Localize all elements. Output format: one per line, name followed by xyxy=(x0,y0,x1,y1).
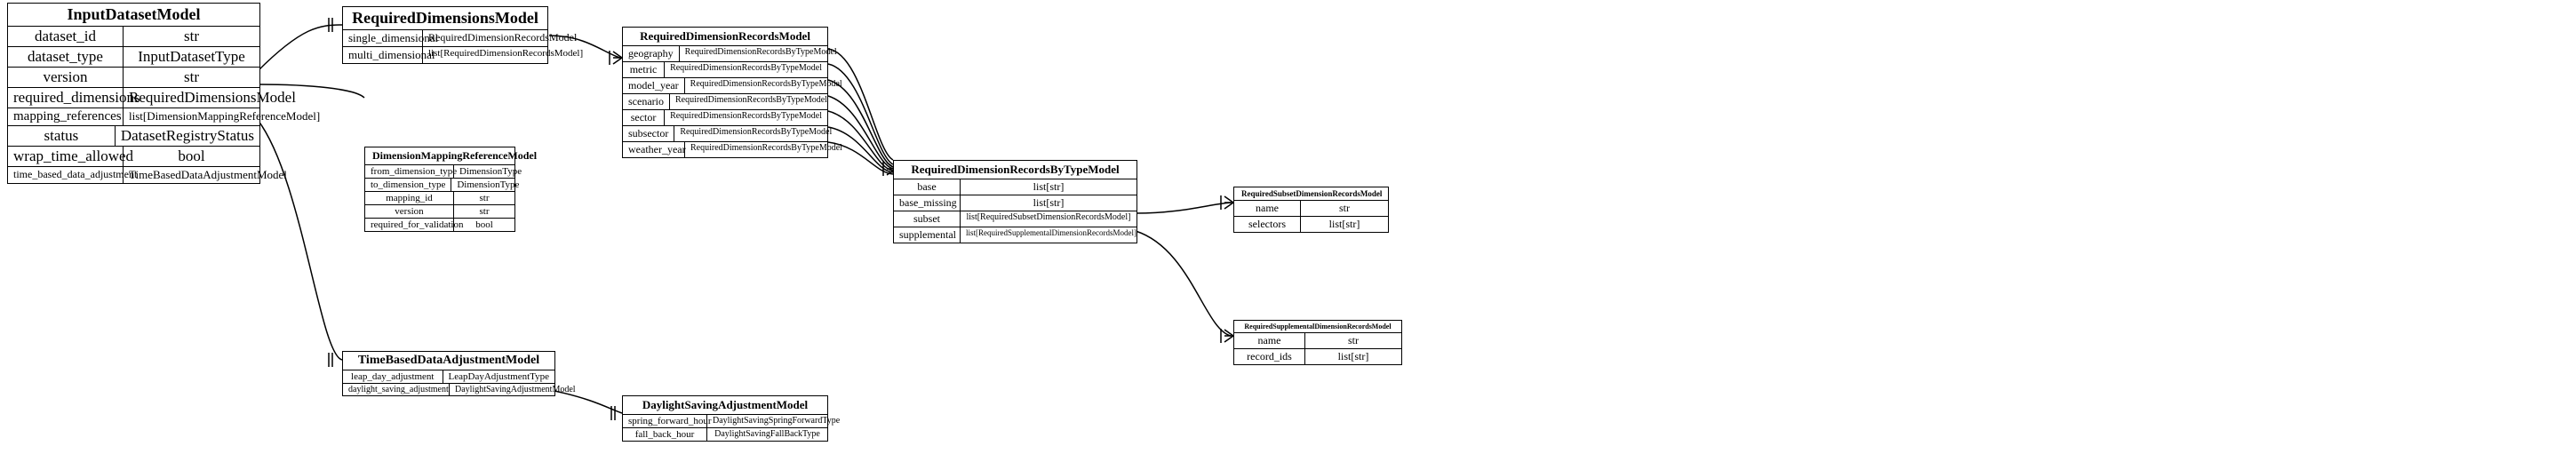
entity-title: DaylightSavingAdjustmentModel xyxy=(623,396,827,415)
entity-title: TimeBasedDataAdjustmentModel xyxy=(343,352,554,370)
field-type: DaylightSavingAdjustmentModel xyxy=(450,384,581,395)
field-type: InputDatasetType xyxy=(124,47,259,67)
entity-required-subset-dimension-records-model: RequiredSubsetDimensionRecordsModel name… xyxy=(1233,187,1389,233)
field-type: RequiredDimensionsModel xyxy=(124,88,301,108)
field-type: RequiredDimensionRecordsByTypeModel xyxy=(665,62,827,77)
field-type: RequiredDimensionRecordsModel xyxy=(423,30,582,46)
field-type: list[RequiredSupplementalDimensionRecord… xyxy=(961,227,1142,243)
field-type: DimensionType xyxy=(451,179,524,191)
field-name: dataset_id xyxy=(8,27,124,46)
field-name: name xyxy=(1234,333,1305,348)
field-name: selectors xyxy=(1234,217,1301,232)
field-type: list[RequiredSubsetDimensionRecordsModel… xyxy=(961,211,1136,227)
field-type: DimensionType xyxy=(454,165,527,178)
field-name: model_year xyxy=(623,78,685,93)
field-name: fall_back_hour xyxy=(623,428,707,441)
field-type: LeapDayAdjustmentType xyxy=(443,370,554,383)
field-name: single_dimensional xyxy=(343,30,423,46)
field-name: supplemental xyxy=(894,227,961,243)
entity-required-dimension-records-by-type-model: RequiredDimensionRecordsByTypeModel base… xyxy=(893,160,1137,243)
field-type: str xyxy=(1301,201,1388,216)
entity-title: RequiredDimensionRecordsByTypeModel xyxy=(894,161,1136,179)
entity-input-dataset-model: InputDatasetModel dataset_idstr dataset_… xyxy=(7,3,260,184)
entity-time-based-data-adjustment-model: TimeBasedDataAdjustmentModel leap_day_ad… xyxy=(342,351,555,396)
field-type: list[str] xyxy=(961,179,1136,195)
entity-required-dimension-records-model: RequiredDimensionRecordsModel geographyR… xyxy=(622,27,828,158)
entity-title: InputDatasetModel xyxy=(8,4,259,27)
entity-title: DimensionMappingReferenceModel xyxy=(365,147,514,165)
field-name: subsector xyxy=(623,126,674,141)
field-type: RequiredDimensionRecordsByTypeModel xyxy=(685,142,848,157)
field-type: list[RequiredDimensionRecordsModel] xyxy=(423,47,588,63)
field-type: list[str] xyxy=(1305,349,1401,364)
field-type: DaylightSavingFallBackType xyxy=(707,428,827,441)
field-type: RequiredDimensionRecordsByTypeModel xyxy=(680,46,842,61)
entity-title: RequiredDimensionsModel xyxy=(343,7,547,30)
field-type: RequiredDimensionRecordsByTypeModel xyxy=(685,78,848,93)
field-name: geography xyxy=(623,46,680,61)
field-name: subset xyxy=(894,211,961,227)
field-type: RequiredDimensionRecordsByTypeModel xyxy=(670,94,833,109)
entity-dimension-mapping-reference-model: DimensionMappingReferenceModel from_dime… xyxy=(364,147,515,232)
field-name: to_dimension_type xyxy=(365,179,451,191)
field-name: sector xyxy=(623,110,665,125)
field-name: time_based_data_adjustment xyxy=(8,167,124,183)
field-name: spring_forward_hour xyxy=(623,415,707,427)
field-name: multi_dimensional xyxy=(343,47,423,63)
field-name: base xyxy=(894,179,961,195)
field-type: RequiredDimensionRecordsByTypeModel xyxy=(665,110,827,125)
field-name: scenario xyxy=(623,94,670,109)
field-name: version xyxy=(365,205,454,218)
field-name: required_dimensions xyxy=(8,88,124,108)
field-name: mapping_references xyxy=(8,108,124,125)
field-type: DaylightSavingSpringForwardType xyxy=(707,415,845,427)
field-type: str xyxy=(124,68,259,87)
field-name: base_missing xyxy=(894,195,961,211)
field-type: str xyxy=(124,27,259,46)
field-type: list[str] xyxy=(961,195,1136,211)
entity-title: RequiredDimensionRecordsModel xyxy=(623,28,827,46)
field-type: bool xyxy=(124,147,259,166)
entity-daylight-saving-adjustment-model: DaylightSavingAdjustmentModel spring_for… xyxy=(622,395,828,442)
field-name: leap_day_adjustment xyxy=(343,370,443,383)
field-type: DatasetRegistryStatus xyxy=(116,126,259,146)
field-name: mapping_id xyxy=(365,192,454,204)
field-name: dataset_type xyxy=(8,47,124,67)
field-type: list[str] xyxy=(1301,217,1388,232)
field-name: wrap_time_allowed xyxy=(8,147,124,166)
entity-title: RequiredSubsetDimensionRecordsModel xyxy=(1234,187,1388,201)
entity-required-dimensions-model: RequiredDimensionsModel single_dimension… xyxy=(342,6,548,64)
field-type: str xyxy=(454,205,514,218)
field-name: name xyxy=(1234,201,1301,216)
field-type: str xyxy=(1305,333,1401,348)
field-type: str xyxy=(454,192,514,204)
entity-required-supplemental-dimension-records-model: RequiredSupplementalDimensionRecordsMode… xyxy=(1233,320,1402,365)
field-name: record_ids xyxy=(1234,349,1305,364)
field-type: TimeBasedDataAdjustmentModel xyxy=(124,167,292,183)
entity-title: RequiredSupplementalDimensionRecordsMode… xyxy=(1234,321,1401,333)
field-name: from_dimension_type xyxy=(365,165,454,178)
field-name: daylight_saving_adjustment xyxy=(343,384,450,395)
field-type: list[DimensionMappingReferenceModel] xyxy=(124,108,325,125)
field-name: version xyxy=(8,68,124,87)
field-name: weather_year xyxy=(623,142,685,157)
field-name: status xyxy=(8,126,116,146)
field-name: required_for_validation xyxy=(365,219,454,231)
field-name: metric xyxy=(623,62,665,77)
field-type: bool xyxy=(454,219,514,231)
field-type: RequiredDimensionRecordsByTypeModel xyxy=(674,126,837,141)
